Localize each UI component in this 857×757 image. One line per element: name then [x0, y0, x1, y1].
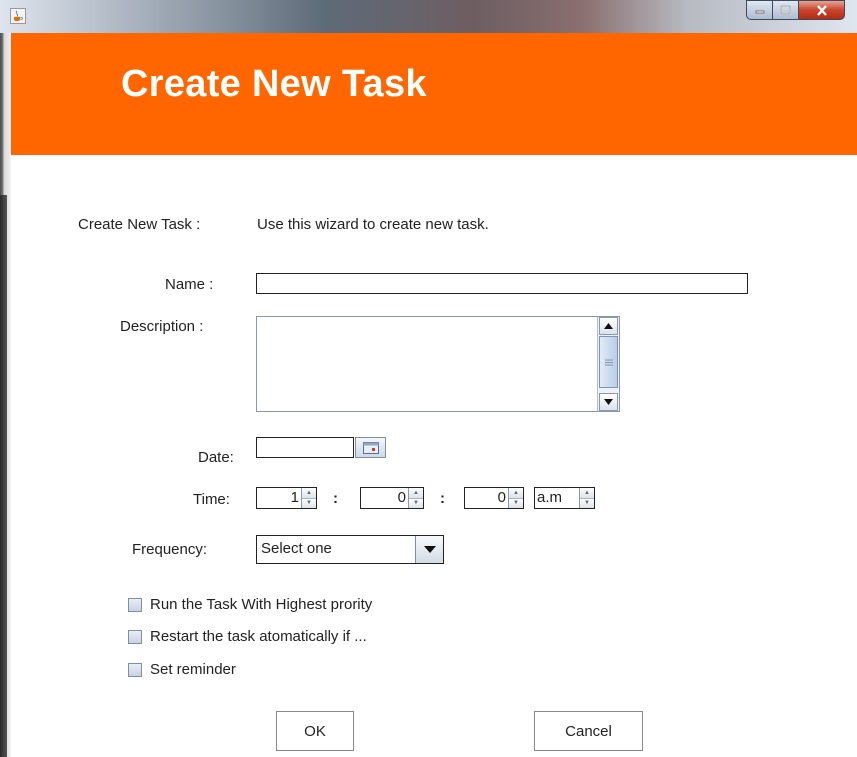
minute-value: 0: [397, 489, 406, 506]
scroll-up-button[interactable]: [599, 317, 618, 335]
auto-restart-checkbox[interactable]: [128, 629, 142, 644]
option-row-highest-priority[interactable]: Run the Task With Highest prority: [128, 596, 372, 613]
arrow-down-icon: [604, 399, 613, 405]
close-icon: [816, 4, 827, 16]
intro-text: Use this wizard to create new task.: [257, 216, 489, 233]
time-label: Time:: [193, 491, 230, 508]
set-reminder-label[interactable]: Set reminder: [150, 661, 236, 678]
period-decrement-icon[interactable]: ▼: [580, 497, 594, 508]
close-button[interactable]: [799, 0, 845, 20]
second-spinner[interactable]: 0 ▲ ▼: [464, 487, 524, 509]
option-row-auto-restart[interactable]: Restart the task atomatically if ...: [128, 628, 367, 645]
second-decrement-icon[interactable]: ▼: [509, 497, 523, 508]
name-input[interactable]: [256, 273, 748, 294]
calendar-icon: [363, 442, 379, 454]
hour-decrement-icon[interactable]: ▼: [302, 497, 316, 508]
chevron-down-icon: [423, 546, 436, 553]
page-title: Create New Task: [121, 63, 427, 105]
minimize-icon: [755, 10, 764, 14]
minimize-button[interactable]: [746, 0, 773, 20]
second-increment-icon[interactable]: ▲: [509, 488, 523, 498]
minute-decrement-icon[interactable]: ▼: [409, 497, 423, 508]
name-label: Name :: [165, 276, 214, 293]
highest-priority-checkbox[interactable]: [128, 597, 142, 612]
intro-label: Create New Task :: [78, 216, 201, 233]
maximize-icon: [780, 5, 791, 15]
description-label: Description :: [120, 318, 204, 335]
period-value: a.m: [537, 489, 563, 506]
time-separator: :: [333, 490, 338, 507]
hour-increment-icon[interactable]: ▲: [302, 488, 316, 498]
period-increment-icon[interactable]: ▲: [580, 488, 594, 498]
highest-priority-label[interactable]: Run the Task With Highest prority: [150, 596, 372, 613]
java-cup-icon: [10, 8, 26, 24]
description-textarea[interactable]: [256, 316, 620, 412]
window-controls: [746, 0, 845, 21]
grip-icon: [604, 359, 613, 365]
background-window-edge: [0, 195, 7, 757]
scroll-thumb[interactable]: [599, 336, 618, 388]
minute-spinner[interactable]: 0 ▲ ▼: [360, 487, 424, 509]
frequency-dropdown-button[interactable]: [415, 536, 443, 563]
date-input[interactable]: [256, 437, 354, 458]
option-row-set-reminder[interactable]: Set reminder: [128, 661, 236, 678]
arrow-up-icon: [604, 323, 613, 329]
hour-value: 1: [290, 489, 299, 506]
frequency-label: Frequency:: [132, 541, 208, 558]
hour-spinner[interactable]: 1 ▲ ▼: [256, 487, 317, 509]
date-picker-button[interactable]: [355, 437, 386, 458]
frequency-selected-value: Select one: [261, 540, 332, 557]
set-reminder-checkbox[interactable]: [128, 662, 142, 677]
minute-increment-icon[interactable]: ▲: [409, 488, 423, 498]
header-banner: Create New Task: [11, 33, 857, 155]
cancel-button[interactable]: Cancel: [534, 711, 643, 751]
title-bar[interactable]: [0, 0, 857, 33]
second-value: 0: [497, 489, 506, 506]
dialog-window: Create New Task Create New Task : Use th…: [0, 0, 857, 757]
frequency-select[interactable]: Select one: [256, 535, 444, 564]
time-separator: :: [440, 490, 445, 507]
ok-button[interactable]: OK: [276, 711, 354, 751]
period-spinner[interactable]: a.m ▲ ▼: [534, 487, 595, 509]
description-scrollbar[interactable]: [597, 317, 619, 411]
auto-restart-label[interactable]: Restart the task atomatically if ...: [150, 628, 367, 645]
date-label: Date:: [198, 449, 234, 466]
scroll-down-button[interactable]: [599, 393, 618, 411]
maximize-button[interactable]: [773, 0, 799, 20]
